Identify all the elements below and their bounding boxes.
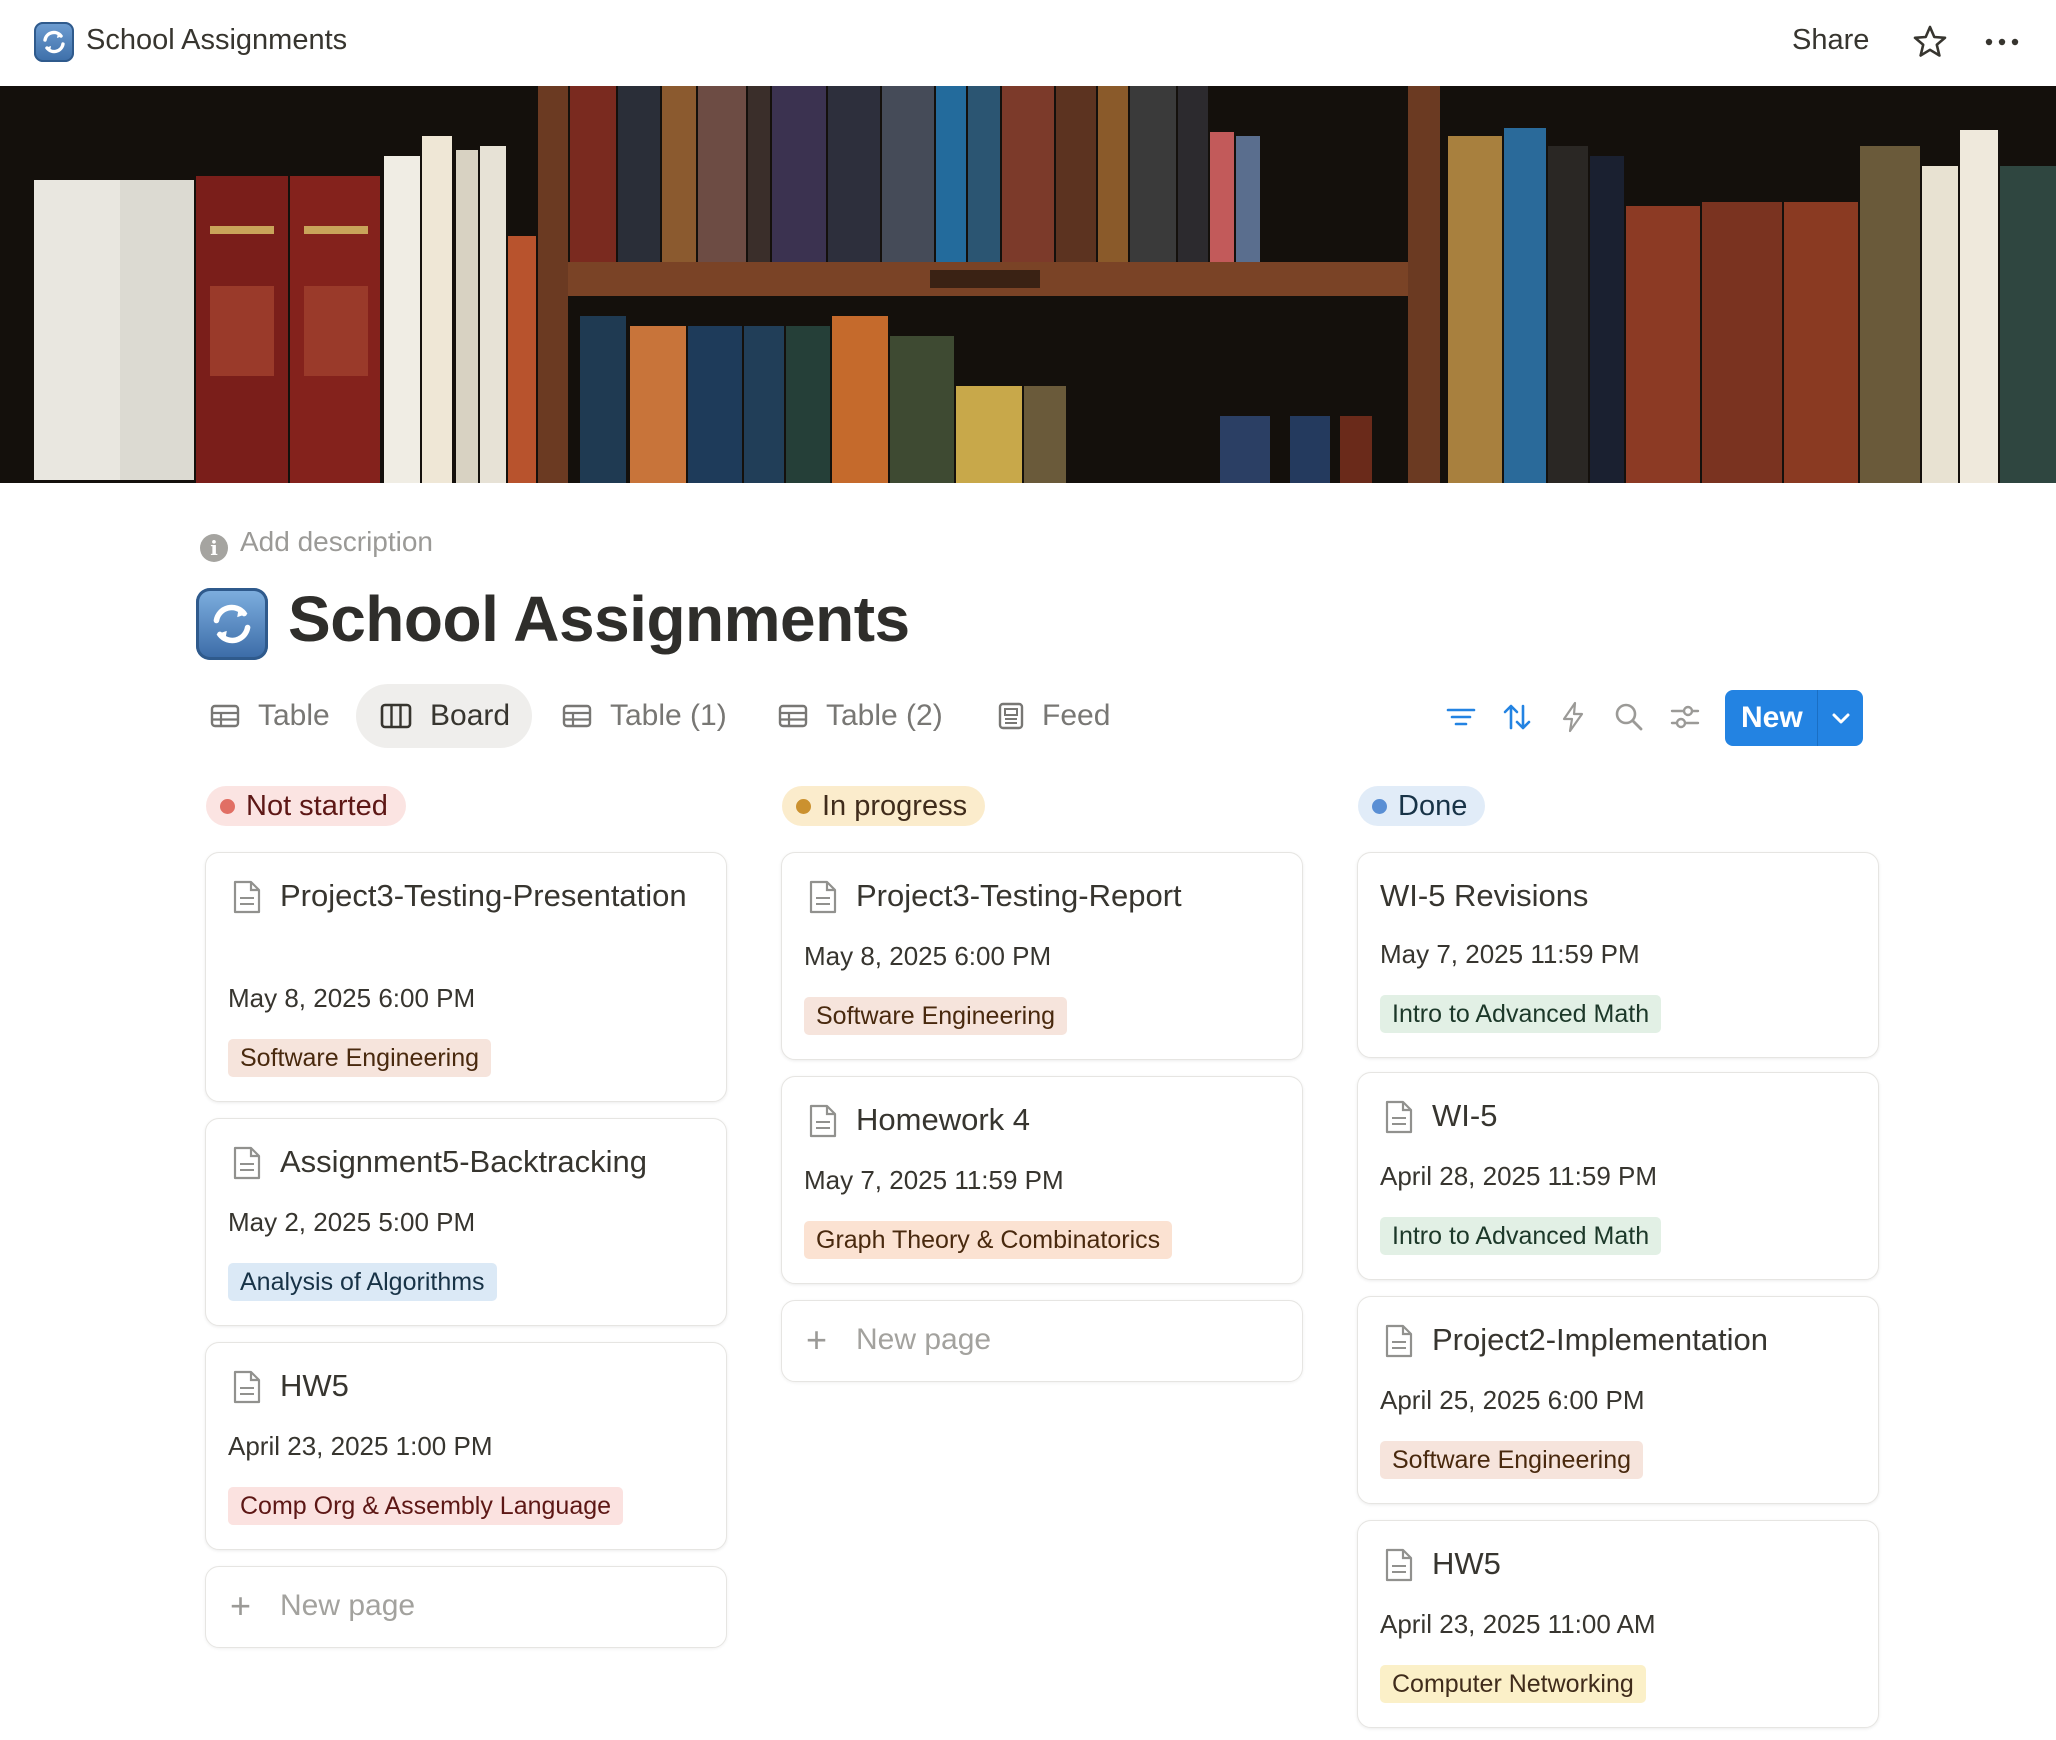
card-title: Assignment5-Backtracking	[280, 1144, 647, 1179]
card-title: Project3-Testing-Report	[856, 878, 1182, 913]
status-dot	[1372, 799, 1387, 814]
new-button[interactable]: New	[1741, 690, 1803, 746]
board-icon	[380, 703, 412, 729]
share-button[interactable]: Share	[1786, 22, 1875, 59]
card-date: May 2, 2025 5:00 PM	[228, 1207, 476, 1237]
search-icon[interactable]	[1612, 700, 1646, 734]
star-icon[interactable]	[1910, 22, 1950, 62]
tab-table-1[interactable]: Table (1)	[560, 684, 740, 748]
status-dot	[220, 799, 235, 814]
feed-icon	[998, 702, 1024, 730]
tab-board-label: Board	[430, 699, 511, 732]
page-title[interactable]: School Assignments	[288, 582, 910, 656]
plus-icon: +	[806, 1319, 828, 1360]
plus-icon: +	[230, 1585, 252, 1626]
column-title: Done	[1398, 790, 1468, 822]
board-card[interactable]: Project3-Testing-Report May 8, 2025 6:00…	[781, 852, 1303, 1060]
column-title: Not started	[246, 790, 388, 822]
board-card[interactable]: WI-5 April 28, 2025 11:59 PM Intro to Ad…	[1357, 1072, 1879, 1280]
card-title: HW5	[280, 1368, 349, 1403]
course-tag: Intro to Advanced Math	[1380, 995, 1662, 1033]
refresh-emoji-icon[interactable]	[196, 588, 268, 660]
card-date: May 8, 2025 6:00 PM	[228, 983, 476, 1013]
card-date: April 28, 2025 11:59 PM	[1380, 1161, 1658, 1191]
board-card[interactable]: Project3-Testing-Presentation May 8, 202…	[205, 852, 727, 1102]
card-title: Homework 4	[856, 1102, 1030, 1137]
refresh-emoji-icon	[34, 22, 74, 62]
card-title: Project2-Implementation	[1432, 1322, 1768, 1357]
table-icon	[778, 704, 808, 728]
page-icon	[233, 1146, 261, 1180]
tab-table-2[interactable]: Table (2)	[776, 684, 956, 748]
board-card[interactable]: WI-5 Revisions May 7, 2025 11:59 PM Intr…	[1357, 852, 1879, 1058]
new-page-label: New page	[856, 1323, 992, 1356]
top-bar: School Assignments Share	[0, 0, 2056, 86]
board-card[interactable]: Project2-Implementation April 25, 2025 6…	[1357, 1296, 1879, 1504]
course-tag: Software Engineering	[1380, 1441, 1644, 1479]
settings-icon[interactable]	[1668, 700, 1702, 734]
course-tag: Intro to Advanced Math	[1380, 1217, 1662, 1255]
info-icon: i	[200, 534, 228, 562]
card-date: April 25, 2025 6:00 PM	[1380, 1385, 1645, 1415]
breadcrumb-title[interactable]: School Assignments	[86, 24, 347, 57]
page-icon	[809, 1104, 837, 1138]
new-button-group: New	[1725, 690, 1863, 746]
cover-image	[0, 86, 2056, 483]
card-title: HW5	[1432, 1546, 1501, 1581]
new-page-button[interactable]: + New page	[781, 1300, 1303, 1382]
tab-board[interactable]: Board	[356, 684, 532, 748]
tab-table-1-label: Table (1)	[610, 699, 727, 732]
tab-table[interactable]: Table	[198, 684, 334, 748]
card-title: WI-5 Revisions	[1380, 878, 1589, 913]
page-icon	[233, 880, 261, 914]
status-dot	[796, 799, 811, 814]
add-description-button[interactable]: i Add description	[200, 526, 433, 562]
column-title: In progress	[822, 790, 968, 822]
new-page-label: New page	[280, 1589, 416, 1622]
card-date: May 7, 2025 11:59 PM	[804, 1165, 1064, 1195]
board-card[interactable]: Assignment5-Backtracking May 2, 2025 5:0…	[205, 1118, 727, 1326]
new-button-divider	[1817, 690, 1818, 746]
page-icon	[809, 880, 837, 914]
board-card[interactable]: HW5 April 23, 2025 11:00 AM Computer Net…	[1357, 1520, 1879, 1728]
course-tag: Computer Networking	[1380, 1665, 1646, 1703]
automation-icon[interactable]	[1556, 700, 1590, 734]
page-icon	[1385, 1100, 1413, 1134]
card-date: April 23, 2025 1:00 PM	[228, 1431, 493, 1461]
course-tag: Comp Org & Assembly Language	[228, 1487, 624, 1525]
page-icon	[233, 1370, 261, 1404]
chevron-down-icon[interactable]	[1825, 702, 1857, 734]
tab-feed[interactable]: Feed	[996, 684, 1126, 748]
column-header-in-progress[interactable]: In progress	[782, 786, 986, 826]
card-date: April 23, 2025 11:00 AM	[1380, 1609, 1656, 1639]
card-title: Project3-Testing-Presentation	[280, 878, 687, 913]
board-card[interactable]: HW5 April 23, 2025 1:00 PM Comp Org & As…	[205, 1342, 727, 1550]
course-tag: Software Engineering	[804, 997, 1068, 1035]
new-page-button[interactable]: + New page	[205, 1566, 727, 1648]
filter-icon[interactable]	[1444, 700, 1478, 734]
course-tag: Analysis of Algorithms	[228, 1263, 497, 1301]
page-icon	[1385, 1324, 1413, 1358]
tab-table-label: Table	[258, 699, 330, 732]
tab-feed-label: Feed	[1042, 699, 1111, 732]
column-header-done[interactable]: Done	[1358, 786, 1486, 826]
table-icon	[562, 704, 592, 728]
card-title: WI-5	[1432, 1098, 1498, 1133]
table-icon	[210, 704, 240, 728]
add-description-label: Add description	[240, 526, 434, 557]
page-icon	[1385, 1548, 1413, 1582]
course-tag: Software Engineering	[228, 1039, 492, 1077]
column-header-not-started[interactable]: Not started	[206, 786, 406, 826]
board-card[interactable]: Homework 4 May 7, 2025 11:59 PM Graph Th…	[781, 1076, 1303, 1284]
sort-icon[interactable]	[1500, 700, 1534, 734]
course-tag: Graph Theory & Combinatorics	[804, 1221, 1173, 1259]
card-date: May 8, 2025 6:00 PM	[804, 941, 1052, 971]
more-options-icon[interactable]	[1980, 22, 2024, 62]
tab-table-2-label: Table (2)	[826, 699, 943, 732]
card-date: May 7, 2025 11:59 PM	[1380, 939, 1640, 969]
